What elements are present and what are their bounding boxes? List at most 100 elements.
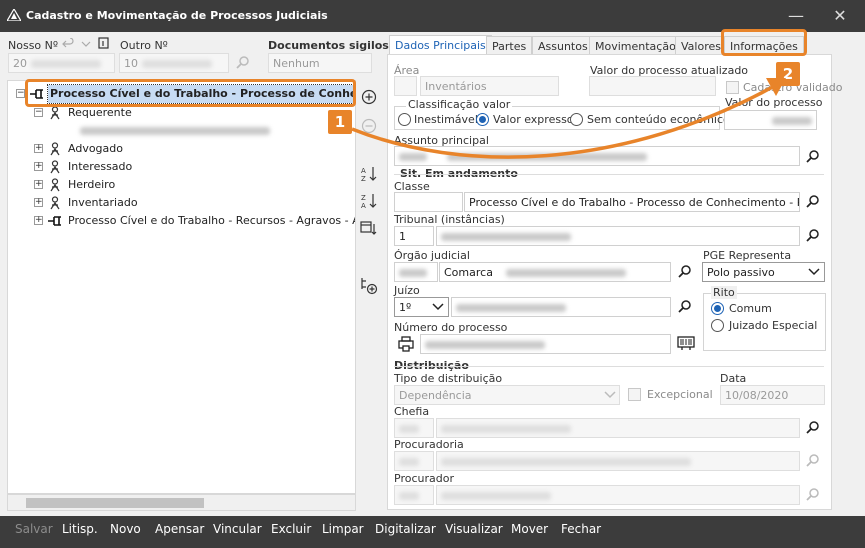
expand-toggle[interactable]: + <box>34 198 43 207</box>
radio-rito-comum-label: Comum <box>729 302 772 315</box>
digitalizar-button[interactable]: Digitalizar <box>375 522 436 536</box>
numero-input[interactable] <box>420 334 671 354</box>
data-value: 10/08/2020 <box>725 389 789 402</box>
tribunal-input[interactable] <box>436 226 800 246</box>
expand-toggle[interactable]: + <box>34 162 43 171</box>
expand-toggle[interactable]: + <box>34 144 43 153</box>
search-icon[interactable] <box>235 55 251 71</box>
excluir-button[interactable]: Excluir <box>271 522 311 536</box>
vincular-button[interactable]: Vincular <box>213 522 262 536</box>
procurador-input[interactable] <box>436 485 800 505</box>
area-code-input[interactable] <box>394 76 417 96</box>
callout-box-1 <box>25 79 356 107</box>
salvar-button[interactable]: Salvar <box>15 522 53 536</box>
collapse-toggle[interactable]: − <box>16 89 25 98</box>
redacted-text <box>772 117 812 125</box>
expand-toggle[interactable]: + <box>34 180 43 189</box>
tipo-dist-select[interactable]: Dependência <box>394 385 620 405</box>
app-icon <box>7 9 21 21</box>
search-icon[interactable] <box>805 228 821 244</box>
excepcional-checkbox[interactable] <box>628 388 641 401</box>
orgao-input[interactable]: Comarca <box>439 262 671 282</box>
chefia-input[interactable] <box>436 418 800 438</box>
procurador-code-input[interactable] <box>394 485 434 505</box>
tree-add-icon[interactable] <box>360 277 378 295</box>
search-icon[interactable] <box>805 149 821 165</box>
fechar-button[interactable]: Fechar <box>561 522 601 536</box>
search-icon[interactable] <box>677 264 693 280</box>
novo-button[interactable]: Novo <box>110 522 141 536</box>
redacted-text <box>506 269 627 277</box>
chevron-down-icon[interactable] <box>807 265 821 279</box>
barcode-icon[interactable] <box>677 335 695 351</box>
search-icon[interactable] <box>805 487 821 503</box>
search-icon[interactable] <box>805 453 821 469</box>
radio-valor-expresso[interactable] <box>476 113 489 126</box>
tree-horizontal-scrollbar[interactable] <box>7 494 356 511</box>
search-icon[interactable] <box>805 194 821 210</box>
limpar-button[interactable]: Limpar <box>322 522 364 536</box>
cadastro-validado-checkbox[interactable] <box>726 81 739 94</box>
close-icon[interactable]: ✕ <box>824 4 856 28</box>
svg-text:A: A <box>361 202 366 210</box>
visualizar-button[interactable]: Visualizar <box>445 522 503 536</box>
attach-icon[interactable] <box>98 37 110 50</box>
area-input[interactable]: Inventários <box>420 76 559 96</box>
remove-circle-icon[interactable] <box>360 117 378 135</box>
chevron-down-icon[interactable] <box>431 300 445 314</box>
scrollbar-thumb[interactable] <box>26 498 204 508</box>
orgao-label: Órgão judicial <box>394 249 470 262</box>
collapse-toggle[interactable]: − <box>34 108 43 117</box>
radio-rito-juizado[interactable] <box>711 319 724 332</box>
sort-az-icon[interactable]: A Z <box>360 165 378 183</box>
radio-sem-conteudo[interactable] <box>570 113 583 126</box>
outro-value: 10 <box>124 57 138 70</box>
valor-processo-input[interactable] <box>724 110 817 130</box>
expand-toggle[interactable]: + <box>34 216 43 225</box>
procuradoria-input[interactable] <box>436 451 800 471</box>
tree-item-label: Herdeiro <box>68 178 116 191</box>
person-icon <box>50 178 60 192</box>
orgao-code-input[interactable] <box>394 262 438 282</box>
assunto-input[interactable] <box>394 146 800 166</box>
radio-rito-comum[interactable] <box>711 302 724 315</box>
add-circle-icon[interactable] <box>360 88 378 106</box>
chefia-code-input[interactable] <box>394 418 434 438</box>
person-icon <box>50 160 60 174</box>
redacted-text <box>399 425 419 433</box>
valor-atualizado-input[interactable] <box>589 76 716 96</box>
radio-inestimavel[interactable] <box>398 113 411 126</box>
undo-icon[interactable] <box>62 38 74 50</box>
tree-item-label: Advogado <box>68 142 123 155</box>
divider <box>394 366 824 367</box>
rito-label: Rito <box>711 286 737 299</box>
classe-input[interactable]: Processo Cível e do Trabalho - Processo … <box>464 192 800 212</box>
mover-button[interactable]: Mover <box>511 522 548 536</box>
divider <box>394 174 824 175</box>
svg-text:Z: Z <box>361 194 366 202</box>
calendar-sort-icon[interactable] <box>360 219 378 237</box>
litisp-button[interactable]: Litisp. <box>62 522 98 536</box>
data-input[interactable]: 10/08/2020 <box>720 385 825 405</box>
sort-za-icon[interactable]: Z A <box>360 192 378 210</box>
juizo-value: 1º <box>399 301 412 314</box>
classe-code-input[interactable] <box>394 192 463 212</box>
vertical-scrollbar[interactable] <box>833 54 842 510</box>
procuradoria-code-input[interactable] <box>394 451 434 471</box>
tribunal-code-input[interactable]: 1 <box>394 226 434 246</box>
search-icon[interactable] <box>805 420 821 436</box>
apensar-button[interactable]: Apensar <box>155 522 204 536</box>
printer-icon[interactable] <box>397 336 415 352</box>
orgao-value: Comarca <box>444 266 493 279</box>
sigilosos-select[interactable]: Nenhum <box>268 53 372 73</box>
chevron-down-icon[interactable] <box>603 388 617 402</box>
search-icon[interactable] <box>677 299 693 315</box>
person-icon <box>50 142 60 156</box>
minimize-icon[interactable]: — <box>780 4 812 28</box>
outro-input[interactable]: 10 <box>119 53 229 73</box>
nosso-input[interactable]: 20 <box>8 53 115 73</box>
juizo-input[interactable] <box>451 297 671 317</box>
redacted-text <box>80 127 270 135</box>
chevron-down-icon[interactable] <box>80 38 92 50</box>
tipo-dist-label: Tipo de distribuição <box>394 372 503 385</box>
